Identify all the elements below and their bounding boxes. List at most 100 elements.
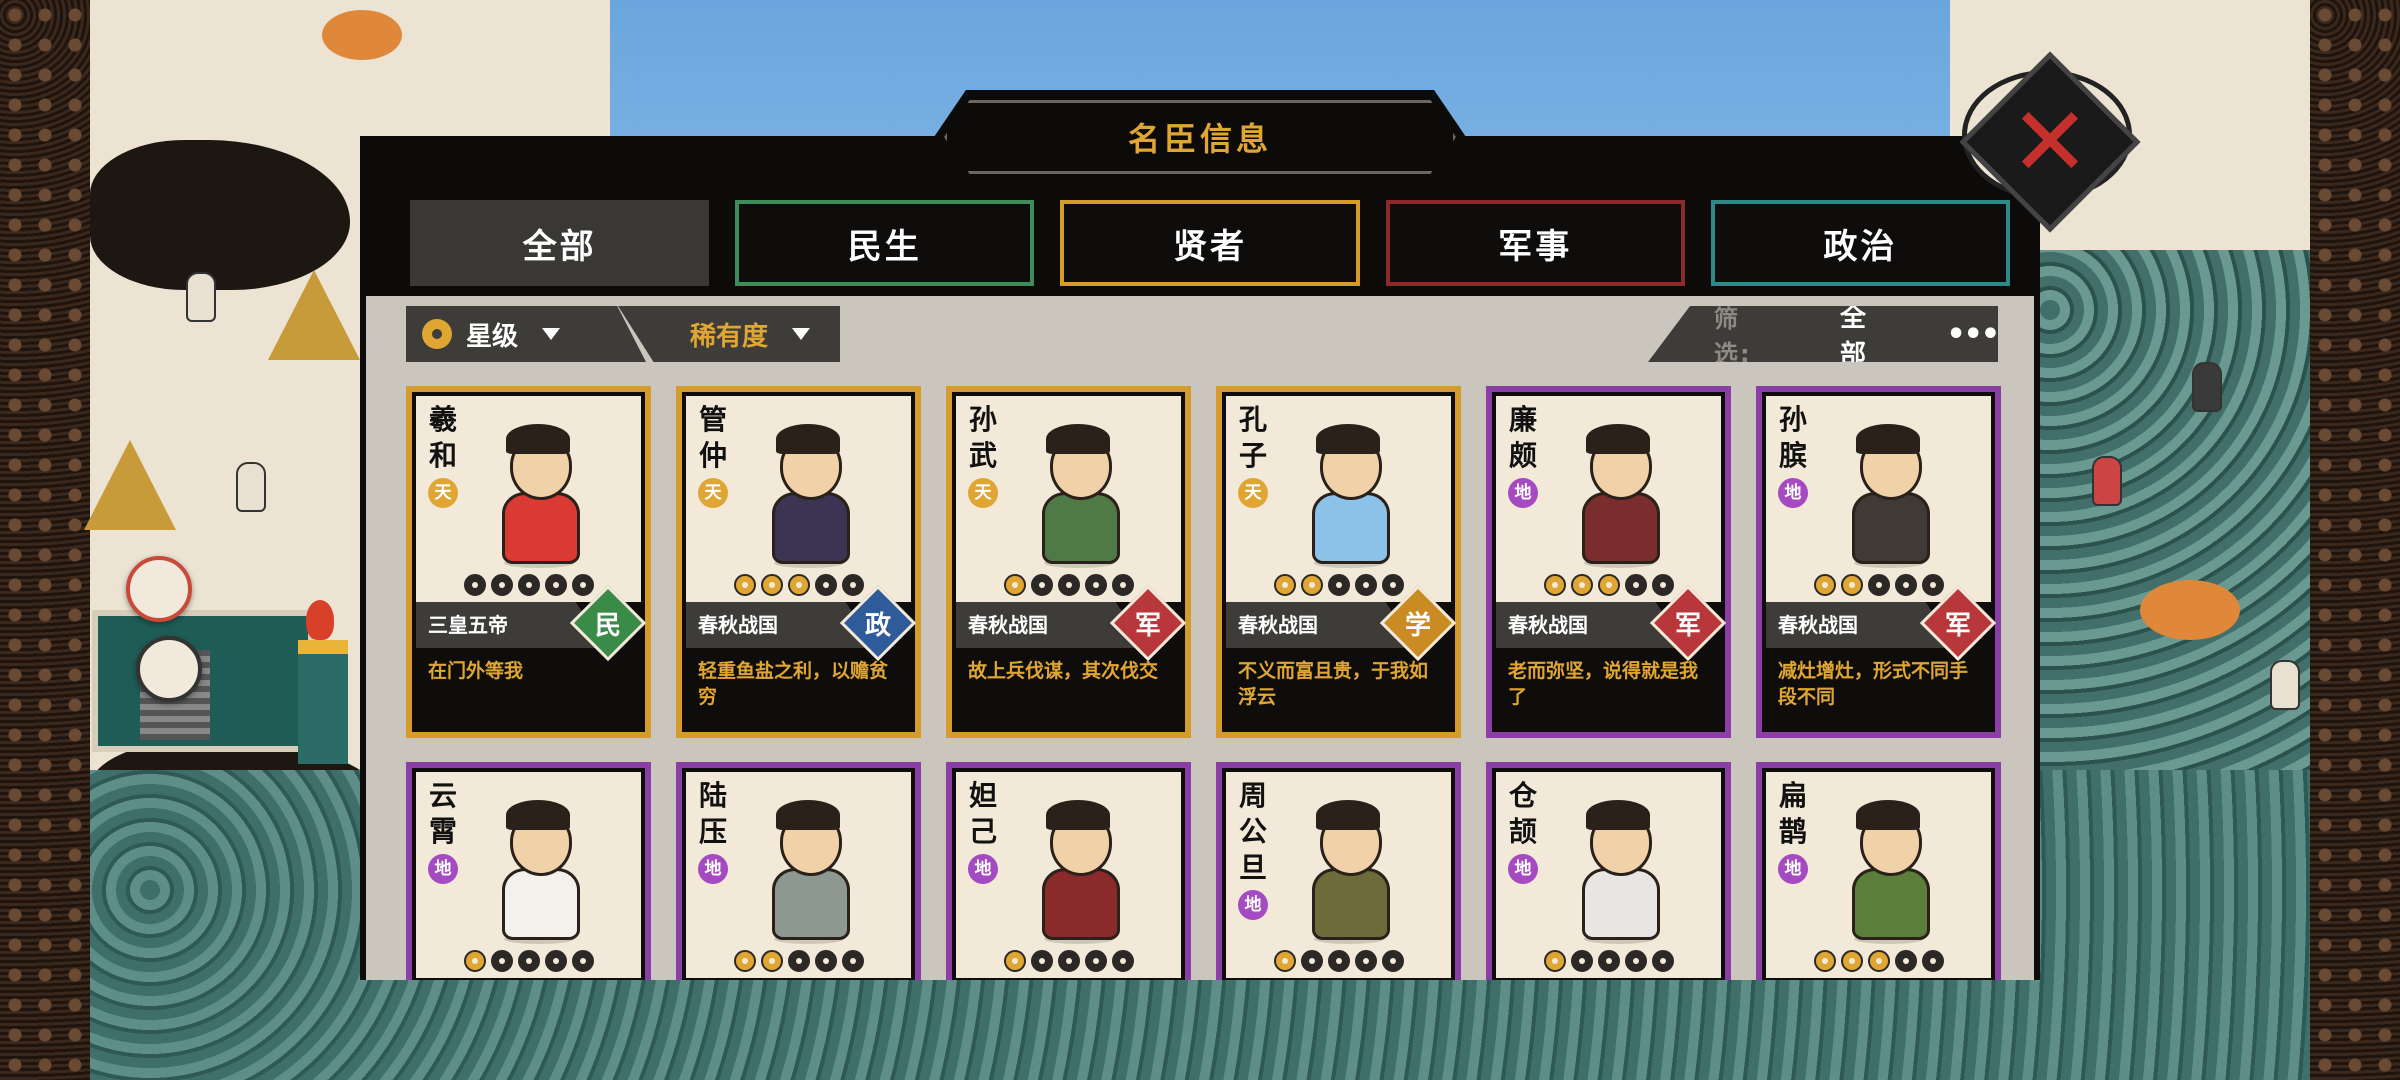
- minister-card[interactable]: 羲和 天 三皇五帝 民 在门外等我: [406, 386, 651, 738]
- star-icon: [841, 574, 864, 596]
- name-char: 和: [428, 439, 457, 472]
- star-icon: [1003, 950, 1026, 972]
- minister-quote: 不义而富且贵，于我如浮云: [1238, 660, 1429, 708]
- portrait-hair: [1316, 800, 1380, 830]
- star-icon: [571, 574, 594, 596]
- villager-sprite[interactable]: [2192, 362, 2222, 412]
- category-label: 民: [594, 610, 621, 641]
- card-portrait-area: 妲己 地: [956, 772, 1181, 978]
- star-icon: [1354, 950, 1377, 972]
- minister-portrait: [1298, 418, 1398, 568]
- minister-portrait: [1568, 794, 1668, 944]
- minister-card[interactable]: 孔子 天 春秋战国 学 不义而富且贵，于我如浮云: [1216, 386, 1461, 738]
- minister-name: 陆压 地: [696, 778, 730, 884]
- star-icon: [1057, 950, 1080, 972]
- minister-quote: 减灶增灶，形式不同手段不同: [1778, 660, 1969, 708]
- star-icon: [1651, 574, 1674, 596]
- star-icon: [1327, 574, 1350, 596]
- name-char: 压: [698, 815, 727, 848]
- minister-card[interactable]: 陆压 地: [676, 762, 921, 980]
- villager-sprite[interactable]: [236, 462, 266, 512]
- star-rating: [686, 950, 911, 972]
- tab-politics[interactable]: 政治: [1710, 200, 2011, 286]
- tab-label: 全部: [522, 226, 597, 267]
- minister-card[interactable]: 管仲 天 春秋战国 政 轻重鱼盐之利，以赡贫穷: [676, 386, 921, 738]
- map-marker-icon[interactable]: [136, 636, 202, 702]
- minister-portrait: [758, 794, 858, 944]
- name-char: 羲: [428, 403, 457, 436]
- minister-name: 孙武 天: [966, 402, 1000, 508]
- chevron-down-icon: [542, 328, 561, 340]
- minister-portrait: [1568, 418, 1668, 568]
- star-icon: [1543, 950, 1566, 972]
- minister-name: 廉颇 地: [1506, 402, 1540, 508]
- villager-sprite[interactable]: [2270, 660, 2300, 710]
- map-marker-icon[interactable]: [126, 556, 192, 622]
- portrait-body: [1852, 492, 1930, 564]
- star-icon: [1840, 950, 1863, 972]
- tab-label: 政治: [1823, 226, 1898, 267]
- minister-card[interactable]: 廉颇 地 春秋战国 军 老而弥坚，说得就是我了: [1486, 386, 1731, 738]
- tab-all[interactable]: 全部: [410, 200, 710, 286]
- minister-name: 扁鹊 地: [1776, 778, 1810, 884]
- portrait-hair: [1586, 424, 1650, 454]
- star-icon: [1894, 950, 1917, 972]
- portrait-body: [1312, 868, 1390, 940]
- minister-name: 羲和 天: [426, 402, 460, 508]
- portrait-body: [1042, 492, 1120, 564]
- portrait-body: [502, 868, 580, 940]
- card-portrait-area: 廉颇 地: [1496, 396, 1721, 602]
- filter-value-select[interactable]: 全部: [1840, 306, 1883, 362]
- name-char: 扁: [1778, 779, 1807, 812]
- star-icon: [760, 574, 783, 596]
- more-options-button[interactable]: •••: [1946, 317, 1998, 352]
- sort-by-rarity-button[interactable]: 稀有度: [618, 306, 840, 362]
- star-icon: [1867, 950, 1890, 972]
- minister-card[interactable]: 妲己 地: [946, 762, 1191, 980]
- star-icon: [1840, 574, 1863, 596]
- tab-livelihood[interactable]: 民生: [735, 200, 1035, 286]
- minister-name: 孙膑 地: [1776, 402, 1810, 508]
- category-label: 军: [1674, 610, 1701, 641]
- star-icon: [1570, 574, 1593, 596]
- minister-card[interactable]: 扁鹊 地: [1756, 762, 2001, 980]
- minister-card[interactable]: 仓颉 地: [1486, 762, 1731, 980]
- minister-card[interactable]: 云霄 地: [406, 762, 651, 980]
- card-portrait-area: 管仲 天: [686, 396, 911, 602]
- star-icon: [1300, 950, 1323, 972]
- star-rating: [416, 950, 641, 972]
- tier-badge: 地: [698, 854, 728, 884]
- sort-by-star-button[interactable]: 星级: [406, 306, 646, 362]
- cliff-rock: [90, 140, 350, 290]
- sort-rarity-label: 稀有度: [690, 321, 769, 352]
- minister-quote: 故上兵伐谋，其次伐交: [968, 660, 1159, 682]
- name-char: 膑: [1778, 439, 1807, 472]
- star-icon: [1624, 950, 1647, 972]
- minister-card[interactable]: 周公旦 地: [1216, 762, 1461, 980]
- category-label: 学: [1404, 610, 1431, 641]
- card-portrait-area: 陆压 地: [686, 772, 911, 978]
- portrait-hair: [1046, 424, 1110, 454]
- star-icon: [1543, 574, 1566, 596]
- star-icon: [1111, 574, 1134, 596]
- name-char: 颉: [1508, 815, 1537, 848]
- tier-badge: 天: [968, 478, 998, 508]
- minister-card[interactable]: 孙膑 地 春秋战国 军 减灶增灶，形式不同手段不同: [1756, 386, 2001, 738]
- minister-name: 妲己 地: [966, 778, 1000, 884]
- tab-military[interactable]: 军事: [1385, 200, 1685, 286]
- villager-sprite[interactable]: [186, 272, 216, 322]
- star-icon: [733, 950, 756, 972]
- card-portrait-area: 孙膑 地: [1766, 396, 1991, 602]
- filter-bar: 星级 稀有度 筛选: 全部 •••: [406, 306, 1998, 362]
- minister-card[interactable]: 孙武 天 春秋战国 军 故上兵伐谋，其次伐交: [946, 386, 1191, 738]
- name-char: 孙: [1778, 403, 1807, 436]
- tab-sage[interactable]: 贤者: [1060, 200, 1360, 286]
- star-icon: [490, 574, 513, 596]
- portrait-body: [1582, 492, 1660, 564]
- star-icon: [1030, 574, 1053, 596]
- panel-title-plaque: 名臣信息: [934, 90, 1466, 184]
- star-icon: [463, 950, 486, 972]
- villager-sprite[interactable]: [2092, 456, 2122, 506]
- star-icon: [733, 574, 756, 596]
- content-area: 星级 稀有度 筛选: 全部 ••• 羲和 天 三皇五帝 民 在门外等我 管 仲 …: [366, 296, 2034, 980]
